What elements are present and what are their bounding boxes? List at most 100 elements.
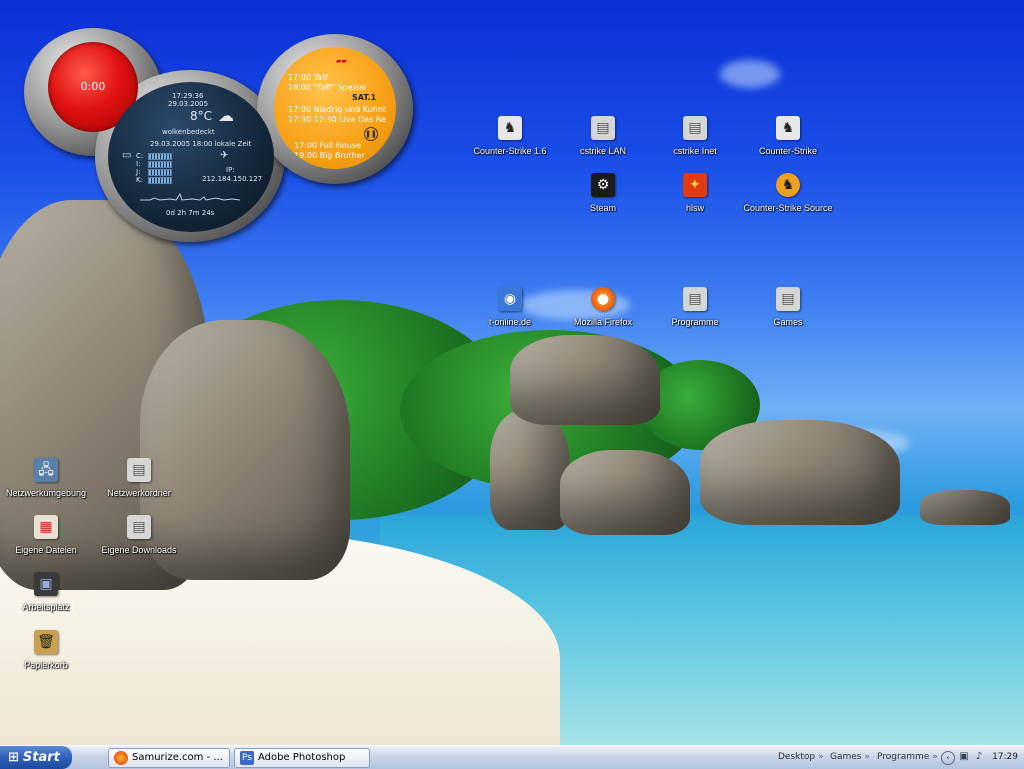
drive-row: K: [136,176,172,184]
tv-listing: 17:00 Niedrig und Kuhnt [288,105,386,114]
desktop-icon-counter-strike[interactable]: ♞ Counter-Strike [738,116,838,157]
chevron-right-icon: » [864,752,870,762]
desktop-icon-counter-strike-source[interactable]: ♞ Counter-Strike Source [738,173,838,214]
firefox-icon: ● [591,287,615,311]
taskbar-button-samurize[interactable]: Samurize.com - ... [108,748,230,768]
desktop-icon-cstrike-lan[interactable]: ▤ cstrike LAN [553,116,653,157]
counter-strike-source-icon: ♞ [776,173,800,197]
desktop-icon-netzwerkumgebung[interactable]: 🖧 Netzwerkumgebung [0,458,96,499]
desktop-icon-netzwerkordner[interactable]: ▤ Netzwerkordner [89,458,189,499]
desktop-icon-eigene-downloads[interactable]: ▤ Eigene Downloads [89,515,189,556]
counter-strike-icon: ♞ [776,116,800,140]
desktop-icon-programme[interactable]: ▤ Programme [645,287,745,328]
wallpaper-rock [490,410,570,530]
folder-icon: ▤ [127,515,151,539]
ip-label: IP: [226,166,235,174]
taskbar-button-photoshop[interactable]: Ps Adobe Photoshop [234,748,370,768]
icon-label: hlsw [685,203,704,213]
icon-label: cstrike Inet [673,146,717,156]
icon-label: Netzwerkumgebung [5,488,87,498]
tv-listing: 17:30 17:30 Live Das Re [288,115,386,124]
local-time: 29.03.2005 18:00 lokale Zeit [150,140,252,148]
chevron-right-icon: » [932,752,938,762]
desktop-icon-hlsw[interactable]: ✦ hlsw [645,173,745,214]
firefox-icon [114,751,128,765]
toolbar-link-programme[interactable]: Programme» [877,746,938,769]
drive-icon: ▭ [122,150,132,161]
wallpaper-rock [700,420,900,525]
system-info-dial: 17:29:36 29.03.2005 8°C ☁ wolkenbedeckt … [108,82,274,232]
desktop-icon-eigene-dateien[interactable]: ▦ Eigene Dateien [0,515,96,556]
icon-label: Counter-Strike Source [743,203,833,213]
steam-icon: ⚙ [591,173,615,197]
photoshop-icon: Ps [240,751,254,765]
drive-usage-bar [148,160,172,168]
tray-expand-icon[interactable]: ‹ [941,751,955,765]
wallpaper-rock [560,450,690,535]
taskbar-clock[interactable]: 17:29 [992,746,1018,769]
toolbar-link-label: Programme [877,752,930,762]
drive-letter: C: [136,152,144,160]
desktop-icon-arbeitsplatz[interactable]: ▣ Arbeitsplatz [0,572,96,613]
icon-label: Papierkorb [24,660,68,670]
desktop-icon-games[interactable]: ▤ Games [738,287,838,328]
channel-logo-icon: ▰▰ [336,57,347,65]
icon-label: Arbeitsplatz [19,601,73,613]
icon-label: Steam [589,203,616,213]
drive-row: I: [136,160,172,168]
network-tray-icon[interactable]: ▣ [958,751,970,763]
pause-icon[interactable]: ❚❚ [364,127,378,141]
windows-logo-icon: ⊞ [8,750,19,765]
icon-label: Games [773,317,803,327]
toolbar-link-games[interactable]: Games» [830,746,870,769]
record-time: 0:00 [80,80,106,93]
desktop: 0:00 17:29:36 29.03.2005 8°C ☁ wolkenbed… [0,0,1024,745]
counter-strike-icon: ♞ [498,116,522,140]
icon-label: Eigene Dateien [15,545,77,555]
tv-guide-dial: ▰▰ 17:00 Taff 18:00 "Taff" Spezial SAT.1… [274,47,396,169]
desktop-icon-t-online[interactable]: ◉ t-online.de [460,287,560,328]
my-documents-icon: ▦ [34,515,58,539]
icon-label: Eigene Downloads [101,545,177,555]
desktop-icon-counter-strike-1-6[interactable]: ♞ Counter-Strike 1.6 [460,116,560,157]
icon-label: cstrike LAN [579,146,626,156]
volume-tray-icon[interactable]: ♪ [973,751,985,763]
chevron-right-icon: » [818,752,824,762]
wallpaper-cloud [720,60,780,88]
uptime: 0d 2h 7m 24s [166,209,215,217]
ip-address: 212.184.150.127 [202,175,263,183]
task-label: Adobe Photoshop [258,752,346,763]
tv-listing: 17:00 Taff [288,73,328,82]
network-places-icon: 🖧 [34,458,58,482]
cloud-icon: ☁ [218,106,234,125]
toolbar-link-label: Desktop [778,752,816,762]
desktop-icon-mozilla-firefox[interactable]: ● Mozilla Firefox [553,287,653,328]
tv-listing: 19:00 Big Brother [294,151,365,160]
icon-label: t-online.de [488,317,532,327]
icon-label: Mozilla Firefox [573,317,632,327]
folder-shortcut-icon: ▤ [591,116,615,140]
desktop-icon-cstrike-inet[interactable]: ▤ cstrike Inet [645,116,745,157]
task-label: Samurize.com - ... [132,752,223,763]
t-online-icon: ◉ [498,287,522,311]
toolbar-link-desktop[interactable]: Desktop» [778,746,824,769]
folder-icon: ▤ [127,458,151,482]
tv-listing: 18:00 "Taff" Spezial [288,83,367,92]
recycle-bin-icon: 🗑 [34,630,58,654]
channel-logo-icon: SAT.1 [352,93,377,102]
desktop-icon-steam[interactable]: ⚙ Steam [553,173,653,214]
desktop-icon-papierkorb[interactable]: 🗑 Papierkorb [0,630,96,671]
start-button[interactable]: ⊞ Start [0,746,72,769]
drive-usage-bar [148,168,172,176]
network-graph [140,192,240,201]
folder-shortcut-icon: ▤ [683,116,707,140]
weather-text: wolkenbedeckt [162,128,215,136]
drive-row: C: [136,152,172,160]
my-computer-icon: ▣ [34,572,58,596]
taskbar: ⊞ Start Samurize.com - ... Ps Adobe Photos… [0,745,1024,769]
toolbar-link-label: Games [830,752,862,762]
drive-letter: K: [136,176,143,184]
temperature: 8°C [190,109,213,123]
hlsw-icon: ✦ [683,173,707,197]
icon-label: Counter-Strike [758,146,818,156]
